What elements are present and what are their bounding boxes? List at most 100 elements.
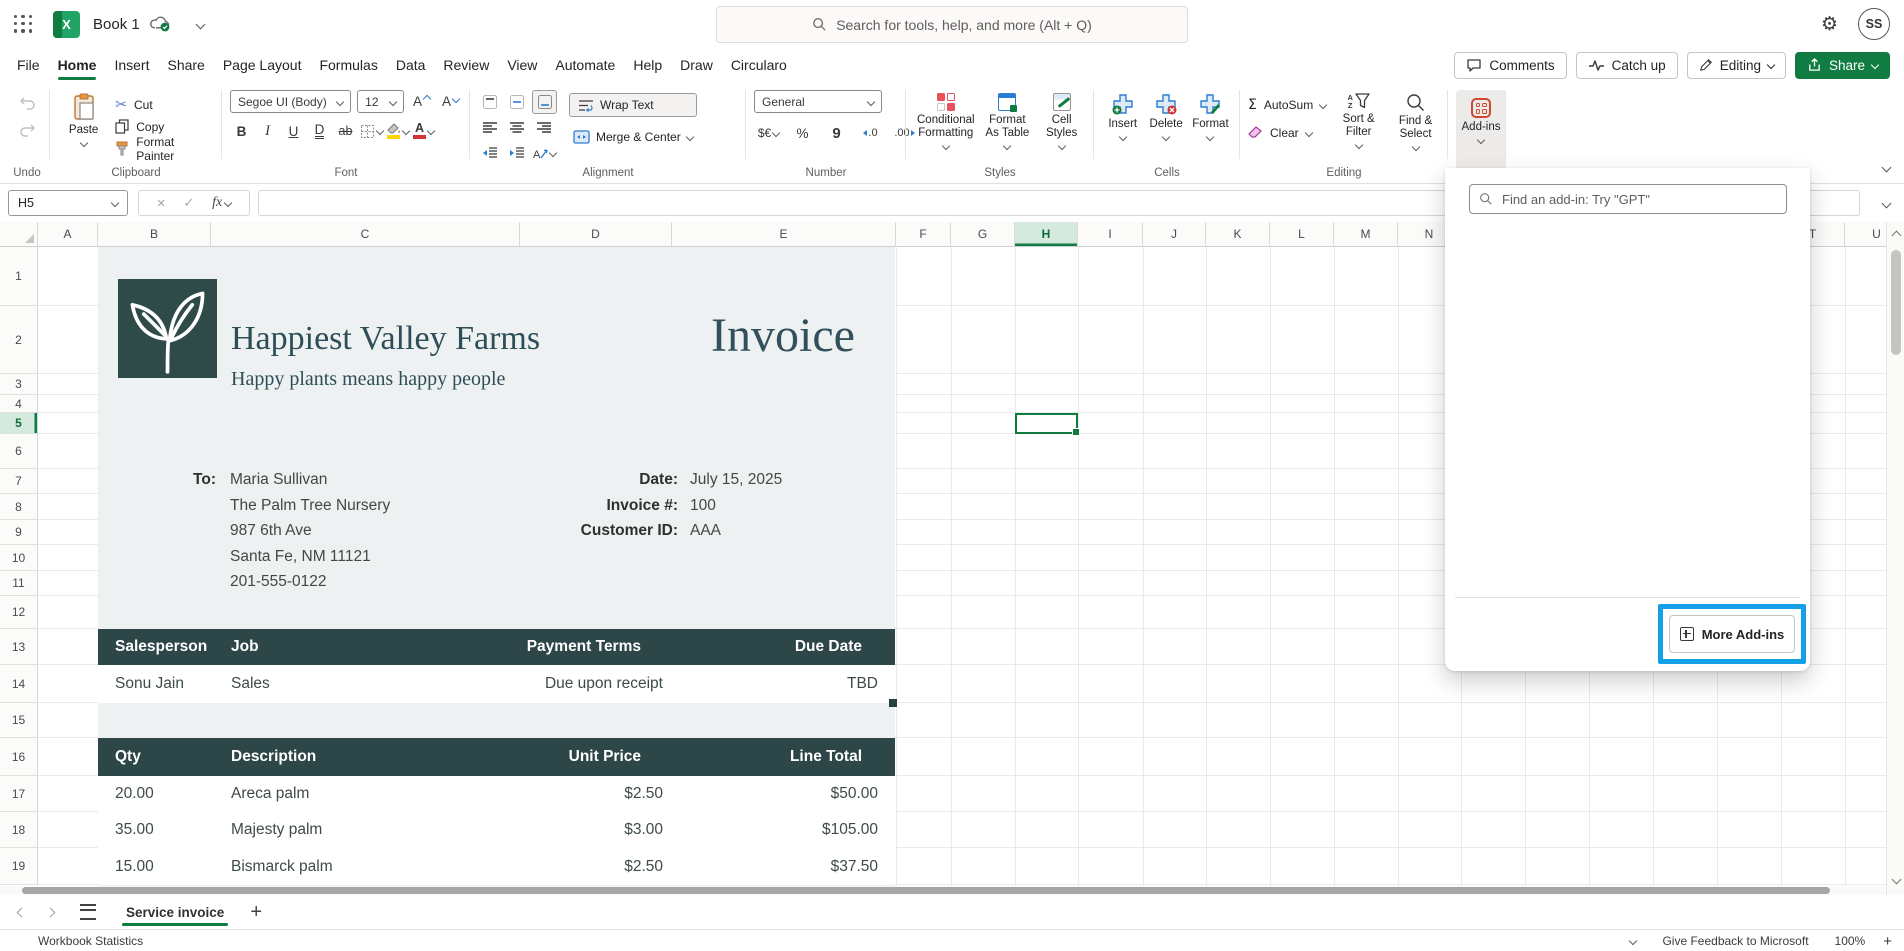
menu-tab-share[interactable]: Share (158, 52, 213, 78)
menu-tab-circularo[interactable]: Circularo (722, 52, 796, 78)
menu-tab-page-layout[interactable]: Page Layout (214, 52, 311, 78)
settings-gear-icon[interactable]: ⚙ (1821, 13, 1838, 35)
row-header-4[interactable]: 4 (0, 395, 38, 413)
row-header-15[interactable]: 15 (0, 703, 38, 738)
column-header-L[interactable]: L (1270, 222, 1334, 246)
row-header-6[interactable]: 6 (0, 434, 38, 469)
column-header-K[interactable]: K (1206, 222, 1270, 246)
bold-button[interactable]: B (230, 120, 253, 142)
column-header-A[interactable]: A (38, 222, 98, 246)
menu-tab-help[interactable]: Help (624, 52, 671, 78)
decrease-decimal-button[interactable]: .0 (859, 122, 882, 144)
zoom-level[interactable]: 100% (1835, 934, 1866, 948)
name-box[interactable]: H5 (8, 190, 128, 216)
vertical-scrollbar[interactable] (1886, 222, 1904, 895)
column-header-E[interactable]: E (672, 222, 896, 246)
status-options-icon[interactable] (1629, 937, 1637, 945)
horizontal-scrollbar[interactable] (0, 886, 1886, 895)
row-header-7[interactable]: 7 (0, 469, 38, 494)
fill-color-button[interactable] (386, 120, 409, 142)
row-header-19[interactable]: 19 (0, 848, 38, 885)
delete-cells-button[interactable]: Delete (1145, 90, 1186, 165)
workbook-statistics-button[interactable]: Workbook Statistics (38, 934, 143, 948)
column-header-H[interactable]: H (1015, 222, 1078, 246)
paste-button[interactable]: Paste (58, 90, 109, 165)
merge-center-button[interactable]: Merge & Center (569, 125, 697, 149)
addin-search-input[interactable]: Find an add-in: Try "GPT" (1469, 184, 1787, 214)
column-header-D[interactable]: D (520, 222, 672, 246)
comments-button[interactable]: Comments (1454, 52, 1566, 79)
row-header-8[interactable]: 8 (0, 494, 38, 520)
wrap-text-button[interactable]: Wrap Text (569, 93, 697, 117)
row-header-11[interactable]: 11 (0, 571, 38, 596)
next-sheet-icon[interactable] (46, 907, 56, 917)
column-header-B[interactable]: B (98, 222, 211, 246)
column-header-M[interactable]: M (1334, 222, 1398, 246)
sheet-tab-service-invoice[interactable]: Service invoice (122, 897, 228, 928)
cancel-icon[interactable]: × (157, 195, 166, 212)
row-header-5[interactable]: 5 (0, 413, 38, 434)
row-header-18[interactable]: 18 (0, 812, 38, 848)
row-header-16[interactable]: 16 (0, 738, 38, 776)
add-sheet-button[interactable]: + (250, 901, 262, 924)
font-color-button[interactable]: A (412, 120, 435, 142)
menu-tab-data[interactable]: Data (387, 52, 435, 78)
menu-tab-view[interactable]: View (498, 52, 546, 78)
prev-sheet-icon[interactable] (17, 907, 27, 917)
editing-mode-button[interactable]: Editing (1687, 52, 1786, 79)
shrink-font-button[interactable]: A (439, 91, 462, 113)
double-underline-button[interactable]: D (308, 120, 331, 142)
row-header-13[interactable]: 13 (0, 629, 38, 665)
menu-tab-formulas[interactable]: Formulas (310, 52, 386, 78)
enter-icon[interactable]: ✓ (183, 195, 194, 211)
more-addins-button[interactable]: More Add-ins (1669, 615, 1795, 653)
format-as-table-button[interactable]: Format As Table (980, 90, 1036, 165)
row-header-3[interactable]: 3 (0, 374, 38, 395)
select-all-corner[interactable] (0, 222, 38, 246)
clear-button[interactable]: Clear (1248, 122, 1326, 143)
feedback-link[interactable]: Give Feedback to Microsoft (1662, 934, 1808, 948)
column-header-C[interactable]: C (211, 222, 520, 246)
row-header-14[interactable]: 14 (0, 665, 38, 703)
comma-style-button[interactable]: 9 (825, 122, 848, 144)
column-header-J[interactable]: J (1143, 222, 1206, 246)
cloud-saved-icon[interactable] (150, 16, 171, 32)
zoom-in-button[interactable]: + (1883, 933, 1892, 950)
format-painter-button[interactable]: Format Painter (115, 138, 214, 159)
formula-bar-expand-icon[interactable] (1882, 199, 1892, 209)
italic-button[interactable]: I (256, 120, 279, 142)
search-input[interactable]: Search for tools, help, and more (Alt + … (716, 6, 1188, 43)
borders-button[interactable] (360, 120, 383, 142)
horizontal-scrollbar-thumb[interactable] (22, 887, 1830, 894)
menu-tab-home[interactable]: Home (49, 52, 106, 78)
row-header-10[interactable]: 10 (0, 545, 38, 571)
grow-font-button[interactable]: A (410, 91, 433, 113)
insert-function-button[interactable]: fx (212, 195, 231, 211)
table-resize-handle[interactable] (889, 699, 897, 707)
align-right-button[interactable] (532, 117, 555, 139)
menu-tab-automate[interactable]: Automate (546, 52, 624, 78)
number-format-select[interactable]: General (754, 90, 882, 113)
undo-icon[interactable] (19, 96, 36, 111)
conditional-formatting-button[interactable]: Conditional Formatting (914, 90, 978, 165)
find-select-button[interactable]: Find & Select (1391, 90, 1440, 165)
format-cells-button[interactable]: Format (1189, 90, 1232, 165)
font-size-select[interactable]: 12 (357, 90, 404, 113)
column-header-G[interactable]: G (951, 222, 1015, 246)
menu-tab-review[interactable]: Review (434, 52, 498, 78)
strikethrough-button[interactable]: ab (334, 120, 357, 142)
cell-styles-button[interactable]: Cell Styles (1037, 90, 1086, 165)
redo-icon[interactable] (19, 123, 36, 138)
column-header-I[interactable]: I (1078, 222, 1143, 246)
scroll-down-icon[interactable] (1892, 875, 1902, 885)
sort-filter-button[interactable]: AZ Sort & Filter (1334, 90, 1383, 165)
font-family-select[interactable]: Segoe UI (Body) (230, 90, 351, 113)
cut-button[interactable]: ✂ Cut (115, 94, 214, 115)
row-header-1[interactable]: 1 (0, 246, 38, 306)
app-launcher-icon[interactable] (14, 15, 33, 34)
insert-cells-button[interactable]: Insert (1102, 90, 1143, 165)
all-sheets-menu-icon[interactable] (80, 904, 96, 920)
title-dropdown-icon[interactable] (195, 19, 205, 29)
top-align-button[interactable] (478, 91, 501, 113)
column-header-U[interactable]: U (1845, 222, 1904, 246)
